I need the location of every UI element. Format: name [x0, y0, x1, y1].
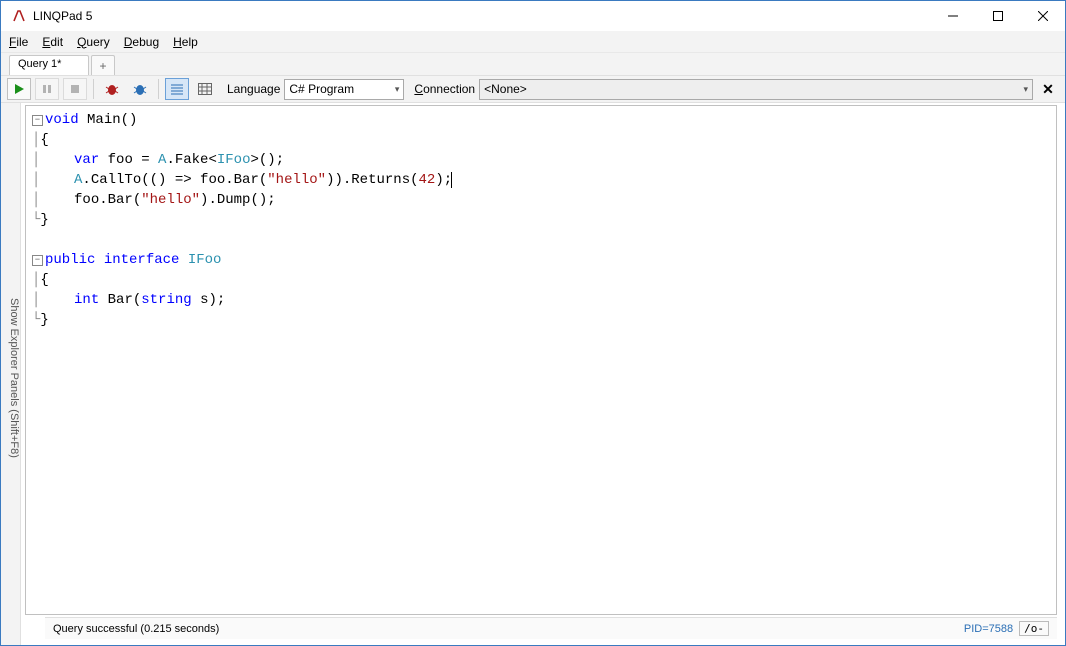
run-button[interactable] — [7, 78, 31, 100]
app-window: LINQPad 5 File Edit Query Debug Help Que… — [0, 0, 1066, 646]
chevron-down-icon: ▾ — [1023, 84, 1028, 95]
fold-toggle-icon[interactable]: − — [32, 255, 43, 266]
tabbar: Query 1* + — [1, 53, 1065, 75]
menu-query[interactable]: Query — [77, 35, 110, 49]
app-title: LINQPad 5 — [33, 9, 92, 23]
chevron-down-icon: ▾ — [395, 84, 400, 95]
sidepanel-label: Show Explorer Panels (Shift+F8) — [8, 298, 20, 458]
language-dropdown[interactable]: C# Program ▾ — [284, 79, 404, 100]
menu-debug[interactable]: Debug — [124, 35, 159, 49]
menubar: File Edit Query Debug Help — [1, 31, 1065, 53]
bug-red-icon — [104, 81, 120, 97]
app-logo-icon — [11, 8, 27, 24]
titlebar: LINQPad 5 — [1, 1, 1065, 31]
stop-button[interactable] — [63, 78, 87, 100]
toolbar: Language C# Program ▾ Connection <None> … — [1, 75, 1065, 103]
pause-button[interactable] — [35, 78, 59, 100]
panel-close-button[interactable]: ✕ — [1037, 81, 1059, 98]
status-pid: PID=7588 — [964, 623, 1013, 635]
tab-label: Query 1* — [18, 58, 61, 70]
bug-blue-icon — [132, 81, 148, 97]
grid-icon — [198, 83, 212, 95]
minimize-button[interactable] — [930, 2, 975, 30]
list-icon — [170, 83, 184, 95]
close-button[interactable] — [1020, 2, 1065, 30]
debug-bug-button[interactable] — [100, 78, 124, 100]
toolbar-sep-2 — [158, 79, 159, 99]
pause-icon — [41, 83, 53, 95]
language-label: Language — [227, 82, 280, 96]
tab-add-button[interactable]: + — [91, 55, 115, 75]
plus-icon: + — [99, 59, 106, 73]
play-icon — [13, 83, 25, 95]
maximize-icon — [993, 11, 1003, 21]
fold-toggle-icon[interactable]: − — [32, 115, 43, 126]
code-editor[interactable]: −void Main() │{ │ var foo = A.Fake<IFoo>… — [25, 105, 1057, 615]
statusbar: Query successful (0.215 seconds) PID=758… — [45, 617, 1057, 639]
results-grid-button[interactable] — [193, 78, 217, 100]
debug-bug-blue-button[interactable] — [128, 78, 152, 100]
minimize-icon — [948, 11, 958, 21]
toolbar-sep-1 — [93, 79, 94, 99]
connection-dropdown[interactable]: <None> ▾ — [479, 79, 1033, 100]
code-content: −void Main() │{ │ var foo = A.Fake<IFoo>… — [26, 106, 1056, 334]
menu-file[interactable]: File — [9, 35, 28, 49]
connection-value: <None> — [484, 82, 527, 96]
zoom-indicator[interactable]: /o- — [1019, 621, 1049, 636]
body-row: Show Explorer Panels (Shift+F8) −void Ma… — [1, 103, 1065, 645]
status-message: Query successful (0.215 seconds) — [53, 623, 219, 635]
tab-query1[interactable]: Query 1* — [9, 55, 89, 75]
results-rich-button[interactable] — [165, 78, 189, 100]
connection-label: Connection — [414, 82, 475, 96]
stop-icon — [69, 83, 81, 95]
menu-edit[interactable]: Edit — [42, 35, 63, 49]
editor-wrap: −void Main() │{ │ var foo = A.Fake<IFoo>… — [21, 103, 1065, 645]
show-explorer-panels[interactable]: Show Explorer Panels (Shift+F8) — [1, 103, 21, 645]
language-value: C# Program — [289, 82, 354, 96]
close-icon — [1038, 11, 1048, 21]
maximize-button[interactable] — [975, 2, 1020, 30]
menu-help[interactable]: Help — [173, 35, 198, 49]
